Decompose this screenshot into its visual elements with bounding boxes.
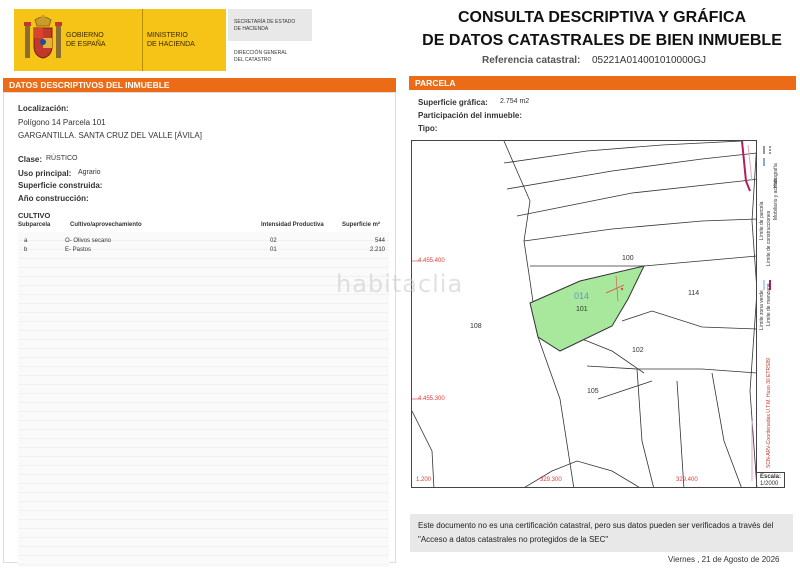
legend-crs: SCN-ARV-Coordenadas U.T.M. Huso 30 ETRS8… xyxy=(766,358,772,468)
parcel-number-108: 108 xyxy=(470,323,482,330)
sec-line-2: DE HACIENDA xyxy=(234,26,269,32)
coord-bottom-left: 1.200 xyxy=(416,477,432,483)
clase-label: Clase: xyxy=(18,155,43,164)
direccion-line-2: DEL CATASTRO xyxy=(234,57,272,63)
uso-value: Agrario xyxy=(78,169,101,176)
table-cell-sub-b: b xyxy=(24,247,28,253)
superficie-grafica-value: 2.754 m2 xyxy=(500,98,530,105)
scale-value: 1/2000 xyxy=(760,481,779,487)
superficie-construida-label: Superficie construida: xyxy=(18,181,103,190)
table-header-superficie: Superficie m² xyxy=(342,222,381,228)
legend-item-4: Límite zona verde xyxy=(759,290,765,330)
parcel-number-101: 101 xyxy=(576,306,588,313)
table-cell-superficie-a: 544 xyxy=(374,238,385,244)
coord-bottom-mid: 329.300 xyxy=(540,477,562,483)
document-title-line-1: CONSULTA DESCRIPTIVA Y GRÁFICA xyxy=(457,9,746,26)
table-cell-cultivo-b: E- Pastos xyxy=(65,247,92,253)
sec-line-1: SECRETARÍA DE ESTADO xyxy=(234,19,296,25)
direccion-line-1: DIRECCIÓN GENERAL xyxy=(234,50,288,56)
secretaria-block: SECRETARÍA DE ESTADO DE HACIENDA xyxy=(228,9,312,41)
reference-value: 05221A014001010000GJ xyxy=(592,55,706,66)
parcel-number-102: 102 xyxy=(632,347,644,354)
tipo-label: Tipo: xyxy=(418,124,438,133)
gov-line-2: DE ESPAÑA xyxy=(66,41,106,48)
cultivo-title: CULTIVO xyxy=(18,211,51,220)
table-cell-superficie-b: 2.210 xyxy=(369,247,385,253)
table-cell-sub-a: a xyxy=(24,238,28,244)
polygon-label-014: 014 xyxy=(574,291,590,301)
coat-of-arms-icon xyxy=(24,15,62,59)
logo-divider xyxy=(142,9,143,71)
table-header-cultivo: Cultivo/aprovechamiento xyxy=(70,222,142,228)
gov-line-1: GOBIERNO xyxy=(66,32,104,39)
disclaimer-box: Este documento no es una certificación c… xyxy=(410,514,793,552)
scale-box: Escala: 1/2000 xyxy=(756,472,785,488)
table-cell-intensidad-a: 02 xyxy=(270,238,277,244)
document-date: Viernes , 21 de Agosto de 2026 xyxy=(668,555,780,564)
localizacion-line-2: GARGANTILLA. SANTA CRUZ DEL VALLE [ÁVILA… xyxy=(18,131,202,140)
ministry-line-1: MINISTERIO xyxy=(147,32,188,39)
parcel-number-114: 114 xyxy=(688,290,700,297)
superficie-grafica-label: Superficie gráfica: xyxy=(418,98,488,107)
coord-left-bottom: 4.455.300 xyxy=(418,396,445,402)
government-logo-block: GOBIERNO DE ESPAÑA MINISTERIO DE HACIEND… xyxy=(14,9,226,71)
ministry-line-2: DE HACIENDA xyxy=(147,41,195,48)
anio-construccion-label: Año construcción: xyxy=(18,194,89,203)
parcel-number-100: 100 xyxy=(622,255,634,262)
cadastral-map: 100 114 108 101 102 105 014 4.455.400 4.… xyxy=(411,140,785,488)
clase-value: RÚSTICO xyxy=(46,155,78,162)
parcel-plan xyxy=(412,141,758,487)
parcel-number-105: 105 xyxy=(587,388,599,395)
localizacion-line-1: Polígono 14 Parcela 101 xyxy=(18,118,106,127)
localizacion-label: Localización: xyxy=(18,104,69,113)
reference-label: Referencia catastral: xyxy=(482,55,581,66)
watermark-logo: habitaclia xyxy=(336,270,464,298)
disclaimer-text: Este documento no es una certificación c… xyxy=(418,521,774,544)
table-header-intensidad: Intensidad Productiva xyxy=(261,222,324,228)
document-title-line-2: DE DATOS CATASTRALES DE BIEN INMUEBLE xyxy=(422,32,782,49)
cultivo-table-background xyxy=(18,232,389,567)
participacion-label: Participación del inmueble: xyxy=(418,111,523,120)
legend-item-5: Hidrografía xyxy=(773,163,779,188)
coord-left-top: 4.455.400 xyxy=(418,258,445,264)
parcela-section-bar: PARCELA xyxy=(409,76,796,90)
descriptive-section-bar: DATOS DESCRIPTIVOS DEL INMUEBLE xyxy=(3,78,396,92)
scale-label: Escala: xyxy=(760,474,782,480)
map-legend: Límite de parcela Límite de construccion… xyxy=(756,140,785,472)
uso-label: Uso principal: xyxy=(18,169,72,178)
table-cell-cultivo-a: O- Olivos secano xyxy=(65,238,112,244)
coord-bottom-right: 329.400 xyxy=(676,477,698,483)
document-header: GOBIERNO DE ESPAÑA MINISTERIO DE HACIEND… xyxy=(0,0,800,76)
table-cell-intensidad-b: 01 xyxy=(270,247,277,253)
table-header-subparcela: Subparcela xyxy=(18,222,51,228)
